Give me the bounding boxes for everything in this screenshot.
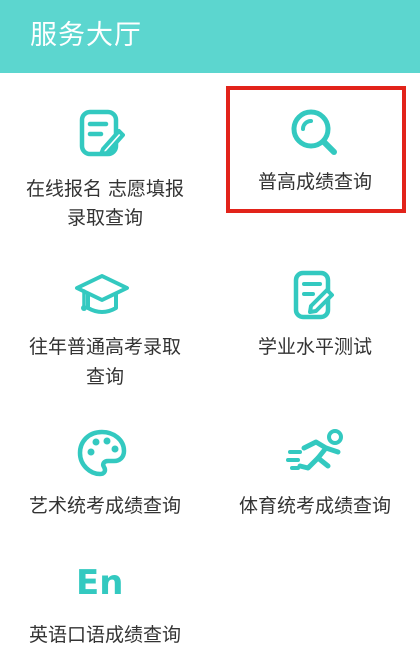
- runner-icon: [286, 429, 343, 471]
- header-bar: 服务大厅: [0, 0, 420, 73]
- tile-label: 体育统考成绩查询: [238, 495, 391, 517]
- tile-label: 学业水平测试: [257, 336, 372, 358]
- tile-past-admission-query[interactable]: 往年普通高考录取 查询: [0, 262, 210, 402]
- tile-label: 在线报名 志愿填报: [25, 178, 185, 200]
- tile-online-registration[interactable]: 在线报名 志愿填报 录取查询: [0, 95, 210, 240]
- en-text-icon: En: [76, 563, 124, 603]
- graduation-cap-icon: [75, 274, 129, 314]
- tile-art-exam-score-query[interactable]: 艺术统考成绩查询: [0, 418, 210, 528]
- page-title: 服务大厅: [30, 20, 142, 51]
- tile-label: 艺术统考成绩查询: [28, 495, 181, 517]
- tile-label: 英语口语成绩查询: [28, 624, 181, 646]
- palette-icon: [77, 429, 127, 477]
- tile-label: 录取查询: [66, 207, 143, 229]
- tile-oral-english-score-query[interactable]: En 英语口语成绩查询: [0, 555, 210, 666]
- pencil-document-icon: [79, 109, 125, 157]
- tile-label: 往年普通高考录取: [28, 336, 181, 358]
- tile-sports-exam-score-query[interactable]: 体育统考成绩查询: [210, 418, 420, 528]
- tile-academic-level-test[interactable]: 学业水平测试: [210, 262, 420, 402]
- tile-label: 查询: [85, 366, 124, 388]
- selection-highlight-frame: [226, 86, 406, 213]
- checklist-document-icon: [293, 270, 334, 320]
